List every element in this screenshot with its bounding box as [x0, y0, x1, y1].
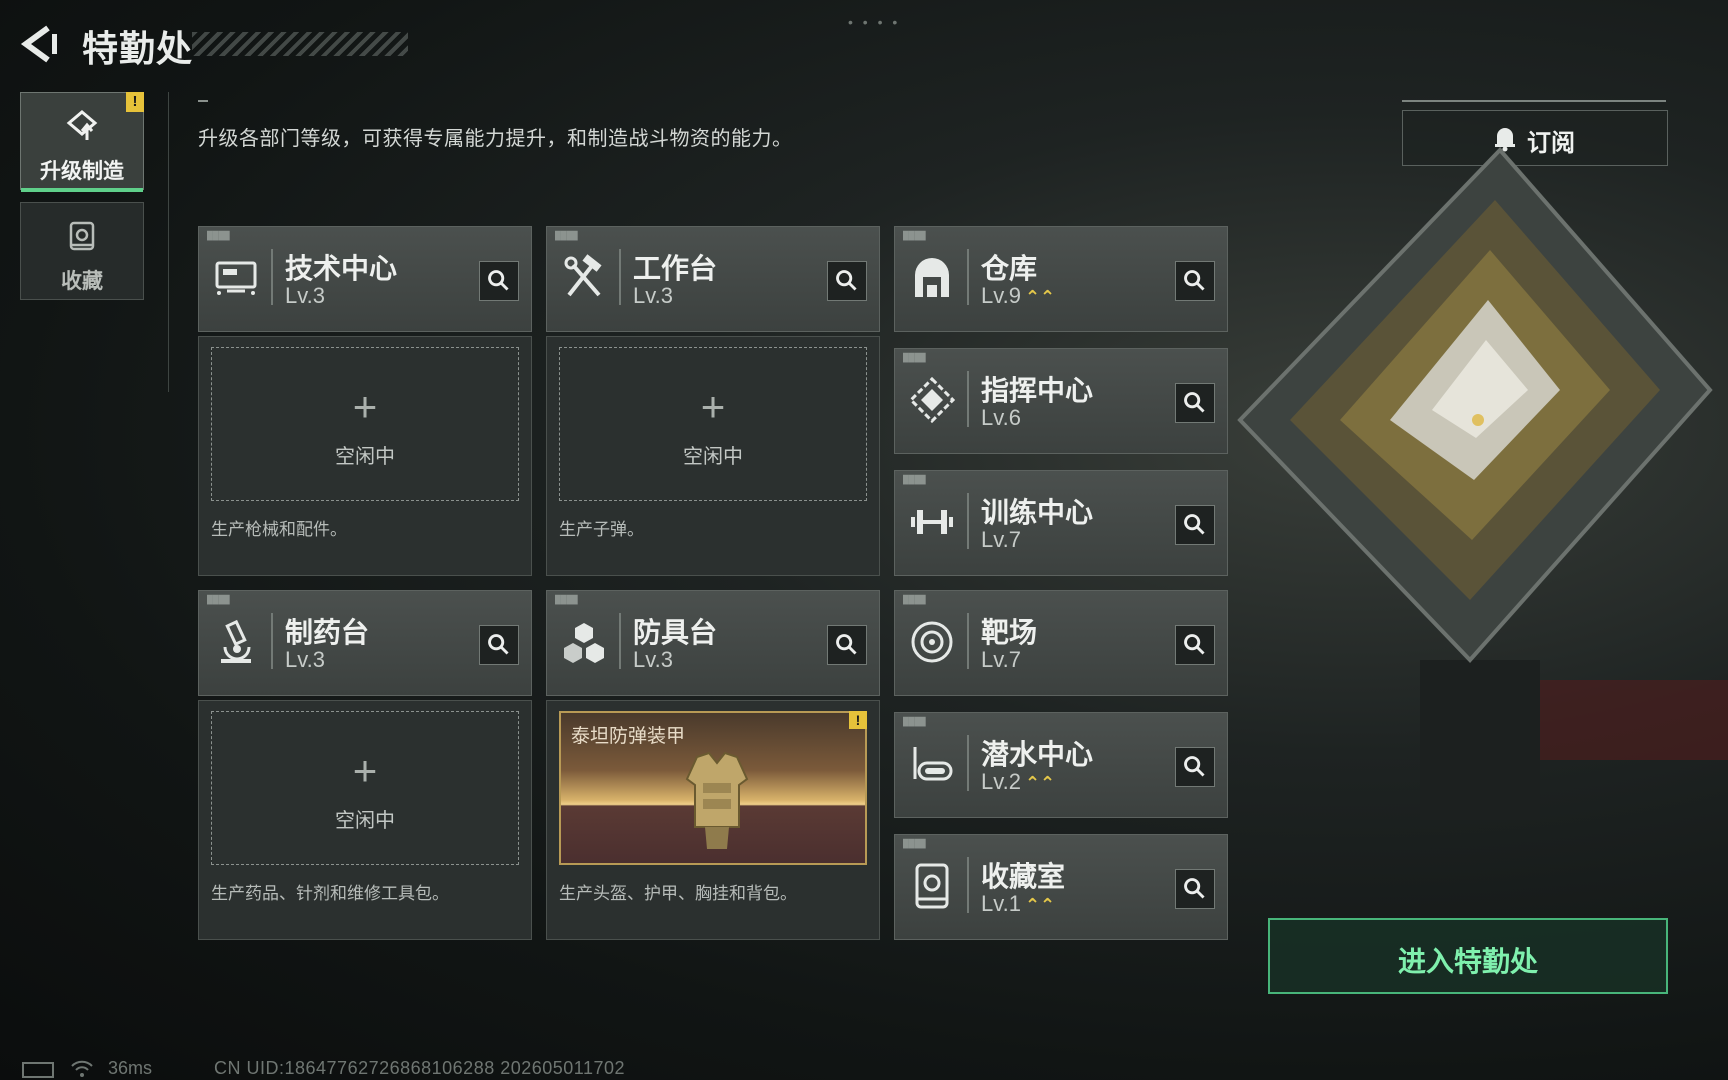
monitor-icon	[215, 261, 257, 295]
production-panel-tech-center: + 空闲中 生产枪械和配件。	[198, 336, 532, 576]
vault-illustration	[1237, 147, 1728, 820]
facility-level: Lv.1 ⌃⌃	[981, 891, 1056, 916]
facility-level: Lv.6	[981, 405, 1021, 430]
add-icon: +	[700, 383, 726, 430]
nav-tab-collection[interactable]: 收藏	[20, 202, 144, 300]
facility-level: Lv.7	[981, 527, 1021, 552]
search-icon[interactable]	[479, 625, 519, 665]
ping-readout: 36ms	[108, 1058, 153, 1078]
cubes-icon	[564, 623, 604, 663]
facility-card-shooting-range[interactable]: ████ 靶场 Lv.7	[894, 590, 1228, 696]
facility-name: 制药台	[285, 617, 370, 648]
wifi-icon	[71, 1060, 93, 1077]
production-panel-workbench: + 空闲中 生产子弹。	[546, 336, 880, 576]
facility-level: Lv.3	[633, 283, 673, 308]
command-icon	[908, 376, 956, 424]
collection-icon	[69, 221, 95, 251]
product-name: 泰坦防弹装甲	[571, 726, 686, 747]
search-icon[interactable]	[479, 261, 519, 301]
enter-button-label: 进入特勤处	[1397, 946, 1538, 977]
facility-level: Lv.7	[981, 647, 1021, 672]
slot-status: 空闲中	[335, 810, 395, 832]
alert-badge: !	[126, 92, 144, 112]
upgrade-build-icon	[66, 110, 98, 140]
facility-name: 指挥中心	[981, 375, 1094, 406]
active-indicator	[21, 188, 143, 192]
facility-name: 技术中心	[285, 253, 398, 284]
divider	[168, 92, 169, 392]
search-icon[interactable]	[1175, 625, 1215, 665]
armor-vest-icon	[685, 751, 749, 849]
facility-name: 训练中心	[981, 497, 1094, 528]
facility-level: Lv.3	[633, 647, 673, 672]
window-handle: • • • •	[848, 14, 901, 30]
nav-tab-upgrade[interactable]: 升级制造 !	[20, 92, 144, 192]
diving-mask-icon	[913, 747, 953, 781]
facility-card-pharmacy[interactable]: ████ 制药台 Lv.3	[198, 590, 532, 696]
upgrade-available-icon: ⌃⌃	[1024, 773, 1056, 793]
divider-tick	[198, 100, 208, 102]
slot-status: 空闲中	[683, 446, 743, 468]
facility-level: Lv.3	[285, 283, 325, 308]
production-panel-pharmacy: + 空闲中 生产药品、针剂和维修工具包。	[198, 700, 532, 940]
facility-description: 生产枪械和配件。	[211, 520, 347, 539]
alert-badge: !	[849, 711, 867, 729]
page-title: 特勤处	[82, 28, 194, 69]
facility-level: Lv.2 ⌃⌃	[981, 769, 1056, 794]
facility-card-workbench[interactable]: ████ 工作台 Lv.3	[546, 226, 880, 332]
nav-tab-label: 升级制造	[40, 160, 124, 183]
facility-name: 仓库	[981, 253, 1038, 284]
facility-card-collection-room[interactable]: ████ 收藏室 Lv.1 ⌃⌃	[894, 834, 1228, 940]
add-icon: +	[352, 747, 378, 794]
facility-name: 潜水中心	[981, 739, 1094, 770]
facility-card-diving-center[interactable]: ████ 潜水中心 Lv.2 ⌃⌃	[894, 712, 1228, 818]
nav-tab-label: 收藏	[61, 270, 103, 293]
battery-icon	[22, 1062, 54, 1078]
facility-card-training-center[interactable]: ████ 训练中心 Lv.7	[894, 470, 1228, 576]
search-icon[interactable]	[1175, 383, 1215, 423]
facility-name: 靶场	[981, 617, 1038, 648]
facility-name: 收藏室	[981, 861, 1066, 892]
search-icon[interactable]	[1175, 869, 1215, 909]
facility-name: 工作台	[633, 253, 718, 284]
collection-room-icon	[915, 863, 949, 909]
enter-special-ops-button[interactable]: 进入特勤处	[1268, 918, 1668, 994]
facility-card-warehouse[interactable]: ████ 仓库 Lv.9 ⌃⌃	[894, 226, 1228, 332]
title-decoration	[192, 32, 408, 56]
target-icon	[911, 621, 953, 663]
search-icon[interactable]	[1175, 505, 1215, 545]
dumbbell-icon	[911, 510, 953, 534]
search-icon[interactable]	[1175, 261, 1215, 301]
warehouse-icon	[915, 258, 949, 297]
slot-status: 空闲中	[335, 446, 395, 468]
facility-card-command-center[interactable]: ████ 指挥中心 Lv.6	[894, 348, 1228, 454]
production-slot-empty[interactable]: + 空闲中	[211, 711, 519, 865]
search-icon[interactable]	[827, 625, 867, 665]
production-slot-empty[interactable]: + 空闲中	[211, 347, 519, 501]
facility-description: 生产子弹。	[559, 520, 644, 539]
facility-level: Lv.9 ⌃⌃	[981, 283, 1056, 308]
facility-card-armor-bench[interactable]: ████ 防具台 Lv.3	[546, 590, 880, 696]
search-icon[interactable]	[827, 261, 867, 301]
facility-card-tech-center[interactable]: ████ 技术中心 Lv.3	[198, 226, 532, 332]
facility-description: 生产药品、针剂和维修工具包。	[211, 884, 449, 903]
facility-level: Lv.3	[285, 647, 325, 672]
back-icon[interactable]	[18, 22, 62, 66]
facility-name: 防具台	[633, 617, 718, 648]
production-slot-active[interactable]: 泰坦防弹装甲 !	[559, 711, 867, 865]
add-icon: +	[352, 383, 378, 430]
hammer-wrench-icon	[564, 254, 602, 297]
upgrade-available-icon: ⌃⌃	[1024, 287, 1056, 307]
facility-description: 生产头盔、护甲、胸挂和背包。	[559, 884, 797, 903]
upgrade-available-icon: ⌃⌃	[1024, 895, 1056, 915]
search-icon[interactable]	[1175, 747, 1215, 787]
microscope-icon	[221, 619, 251, 663]
production-slot-empty[interactable]: + 空闲中	[559, 347, 867, 501]
page-description: 升级各部门等级，可获得专属能力提升，和制造战斗物资的能力。	[198, 128, 793, 150]
production-panel-armor-bench: 泰坦防弹装甲 ! 生产头盔、护甲、胸挂和背包。	[546, 700, 880, 940]
user-uid: CN UID:18647762726868106288 202605011702	[214, 1058, 626, 1078]
